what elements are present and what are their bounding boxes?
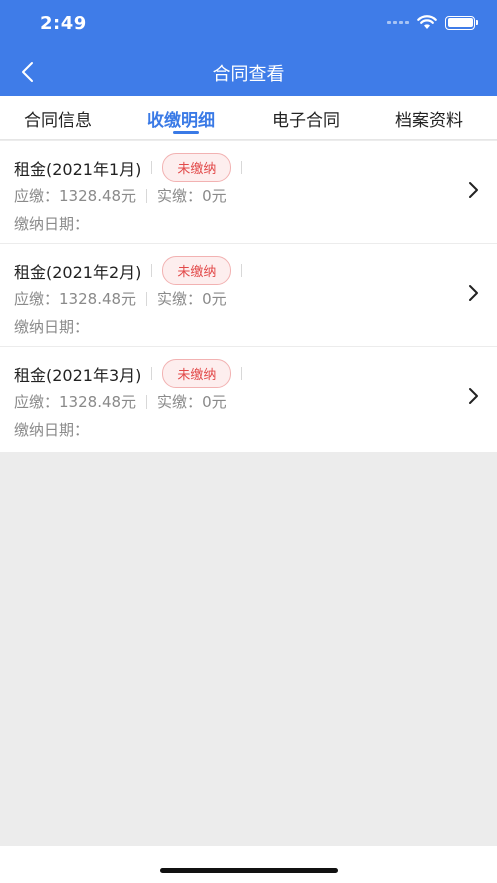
item-title: 租金(2021年2月): [14, 262, 142, 282]
payment-list: 租金(2021年1月) 未缴纳 应缴： 1328.48元 实缴： 0元 缴纳日期…: [0, 141, 497, 452]
item-title: 租金(2021年1月): [14, 159, 142, 179]
bottom-safe-area: [0, 846, 497, 883]
paid-value: 0元: [202, 290, 227, 308]
chevron-right-icon: [469, 285, 478, 301]
status-badge: 未缴纳: [162, 153, 232, 182]
due-value: 1328.48元: [59, 187, 137, 205]
divider: [151, 264, 153, 277]
home-indicator[interactable]: [160, 868, 338, 873]
payment-date-label: 缴纳日期：: [14, 421, 90, 439]
list-item[interactable]: 租金(2021年3月) 未缴纳 应缴： 1328.48元 实缴： 0元 缴纳日期…: [0, 347, 497, 452]
paid-label: 实缴：: [157, 187, 203, 205]
page-title: 合同查看: [212, 64, 285, 85]
due-label: 应缴：: [14, 290, 60, 308]
app-header: 2:49 合同查看: [0, 0, 497, 96]
status-icons: [387, 15, 478, 30]
divider: [151, 367, 153, 380]
divider: [146, 291, 148, 306]
due-label: 应缴：: [14, 393, 60, 411]
paid-label: 实缴：: [157, 393, 203, 411]
wifi-icon: [417, 15, 437, 29]
cellular-signal-icon: [387, 21, 409, 24]
tab-payment-details[interactable]: 收缴明细: [147, 106, 215, 131]
due-value: 1328.48元: [59, 393, 137, 411]
divider: [146, 394, 148, 409]
chevron-right-icon: [469, 182, 478, 198]
list-item[interactable]: 租金(2021年1月) 未缴纳 应缴： 1328.48元 实缴： 0元 缴纳日期…: [0, 141, 497, 244]
divider: [241, 161, 243, 174]
active-tab-indicator: [173, 131, 199, 134]
tab-contract-info[interactable]: 合同信息: [24, 106, 92, 131]
tab-e-contract[interactable]: 电子合同: [272, 106, 340, 131]
divider: [241, 264, 243, 277]
due-label: 应缴：: [14, 187, 60, 205]
list-item[interactable]: 租金(2021年2月) 未缴纳 应缴： 1328.48元 实缴： 0元 缴纳日期…: [0, 244, 497, 347]
status-time: 2:49: [40, 13, 87, 34]
paid-value: 0元: [202, 393, 227, 411]
tab-archive-files[interactable]: 档案资料: [395, 106, 463, 131]
paid-value: 0元: [202, 187, 227, 205]
divider: [146, 188, 148, 203]
paid-label: 实缴：: [157, 290, 203, 308]
battery-icon: [445, 15, 478, 30]
payment-date-label: 缴纳日期：: [14, 215, 90, 233]
due-value: 1328.48元: [59, 290, 137, 308]
status-badge: 未缴纳: [162, 256, 232, 285]
divider: [151, 161, 153, 174]
status-badge: 未缴纳: [162, 359, 232, 388]
divider: [241, 367, 243, 380]
tab-bar: 合同信息 收缴明细 电子合同 档案资料: [0, 96, 497, 140]
chevron-right-icon: [469, 388, 478, 404]
item-title: 租金(2021年3月): [14, 365, 142, 385]
payment-date-label: 缴纳日期：: [14, 318, 90, 336]
